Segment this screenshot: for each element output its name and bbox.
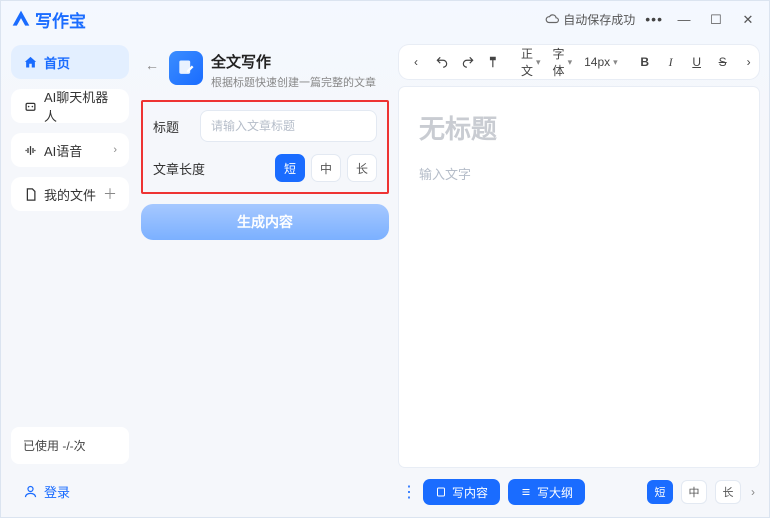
app-name: 写作宝 — [35, 7, 86, 32]
add-icon[interactable]: ＋ — [103, 184, 117, 204]
highlighted-form-area: 标题 文章长度 短 中 长 — [141, 100, 389, 194]
undo-button[interactable] — [431, 49, 453, 75]
center-panel: ← 全文写作 根据标题快速创建一篇完整的文章 标题 文章长度 短 — [139, 37, 399, 517]
editor-body-placeholder[interactable]: 输入文字 — [419, 164, 739, 183]
title-input[interactable] — [200, 110, 377, 142]
editor-toolbar: ‹ 正文▾ 字体▾ 14px▾ B I U S › — [399, 45, 759, 79]
bottom-length-long[interactable]: 长 — [715, 480, 741, 504]
bottom-length-medium[interactable]: 中 — [681, 480, 707, 504]
cloud-icon — [545, 12, 559, 26]
usage-card: 已使用 -/-次 — [11, 427, 129, 464]
strikethrough-button[interactable]: S — [712, 49, 734, 75]
write-content-button[interactable]: 写内容 — [423, 479, 500, 505]
feature-title: 全文写作 — [211, 51, 376, 72]
chevron-down-icon: ▾ — [568, 57, 573, 68]
logo-icon — [11, 9, 31, 29]
title-field-label: 标题 — [153, 117, 190, 136]
titlebar: 写作宝 自动保存成功 ••• ― ☐ ✕ — [1, 1, 769, 37]
sidebar-item-home[interactable]: 首页 — [11, 45, 129, 79]
length-option-long[interactable]: 长 — [347, 154, 377, 182]
chevron-right-icon: › — [113, 144, 117, 156]
autosave-text: 自动保存成功 — [563, 11, 635, 28]
font-family-select[interactable]: 字体▾ — [549, 45, 577, 79]
list-icon — [520, 486, 532, 498]
bottom-more[interactable]: ⋮ — [401, 482, 415, 502]
toolbar-scroll-left[interactable]: ‹ — [405, 49, 427, 75]
feature-description: 根据标题快速创建一篇完整的文章 — [211, 74, 376, 90]
feature-icon — [169, 51, 203, 85]
robot-icon — [23, 99, 38, 114]
window-close[interactable]: ✕ — [737, 13, 759, 26]
format-painter-button[interactable] — [483, 49, 505, 75]
length-field-label: 文章长度 — [153, 159, 209, 178]
redo-button[interactable] — [457, 49, 479, 75]
file-icon — [23, 187, 38, 202]
back-button[interactable]: ← — [143, 51, 161, 73]
font-size-select[interactable]: 14px▾ — [580, 55, 622, 69]
login-label: 登录 — [44, 482, 70, 501]
doc-icon — [435, 486, 447, 498]
write-outline-button[interactable]: 写大纲 — [508, 479, 585, 505]
chevron-down-icon: ▾ — [536, 57, 541, 68]
sidebar-item-label: AI语音 — [44, 141, 82, 160]
brush-icon — [487, 55, 501, 69]
feature-header: ← 全文写作 根据标题快速创建一篇完整的文章 — [141, 43, 393, 98]
generate-button[interactable]: 生成内容 — [141, 204, 389, 240]
autosave-status: 自动保存成功 — [545, 11, 635, 28]
chevron-down-icon: ▾ — [613, 57, 618, 68]
length-selector: 短 中 长 — [275, 154, 377, 182]
bold-button[interactable]: B — [634, 49, 656, 75]
app-logo: 写作宝 — [11, 7, 86, 32]
length-option-short[interactable]: 短 — [275, 154, 305, 182]
sidebar: 首页 AI聊天机器人 AI语音 › 我的文件 ＋ 已使用 -/-次 — [1, 37, 139, 517]
wave-icon — [23, 143, 38, 158]
sidebar-item-label: 我的文件 — [44, 185, 96, 204]
editor-panel: ‹ 正文▾ 字体▾ 14px▾ B I U S › 无标题 输入文字 ⋮ — [399, 37, 769, 517]
bottom-length-short[interactable]: 短 — [647, 480, 673, 504]
window-maximize[interactable]: ☐ — [705, 13, 727, 26]
italic-button[interactable]: I — [660, 49, 682, 75]
sidebar-item-ai-chatbot[interactable]: AI聊天机器人 — [11, 89, 129, 123]
length-option-medium[interactable]: 中 — [311, 154, 341, 182]
sidebar-item-my-files[interactable]: 我的文件 ＋ — [11, 177, 129, 211]
paragraph-style-select[interactable]: 正文▾ — [517, 45, 545, 79]
sidebar-item-ai-voice[interactable]: AI语音 › — [11, 133, 129, 167]
sidebar-item-label: 首页 — [44, 53, 70, 72]
sidebar-item-label: AI聊天机器人 — [44, 87, 117, 125]
titlebar-right: 自动保存成功 ••• ― ☐ ✕ — [545, 11, 759, 28]
home-icon — [23, 55, 38, 70]
undo-icon — [435, 55, 449, 69]
document-pen-icon — [176, 58, 196, 78]
app-window: 写作宝 自动保存成功 ••• ― ☐ ✕ 首页 AI聊天机器人 — [0, 0, 770, 518]
editor-area[interactable]: 无标题 输入文字 — [399, 87, 759, 467]
redo-icon — [461, 55, 475, 69]
user-icon — [23, 484, 38, 499]
login-button[interactable]: 登录 — [11, 474, 129, 509]
underline-button[interactable]: U — [686, 49, 708, 75]
window-minimize[interactable]: ― — [673, 13, 695, 26]
bottom-chevron-right[interactable]: › — [749, 485, 757, 499]
more-menu[interactable]: ••• — [645, 11, 663, 27]
editor-title-placeholder[interactable]: 无标题 — [419, 109, 739, 146]
toolbar-scroll-right[interactable]: › — [738, 49, 760, 75]
editor-bottom-bar: ⋮ 写内容 写大纲 短 中 长 › — [399, 475, 759, 509]
